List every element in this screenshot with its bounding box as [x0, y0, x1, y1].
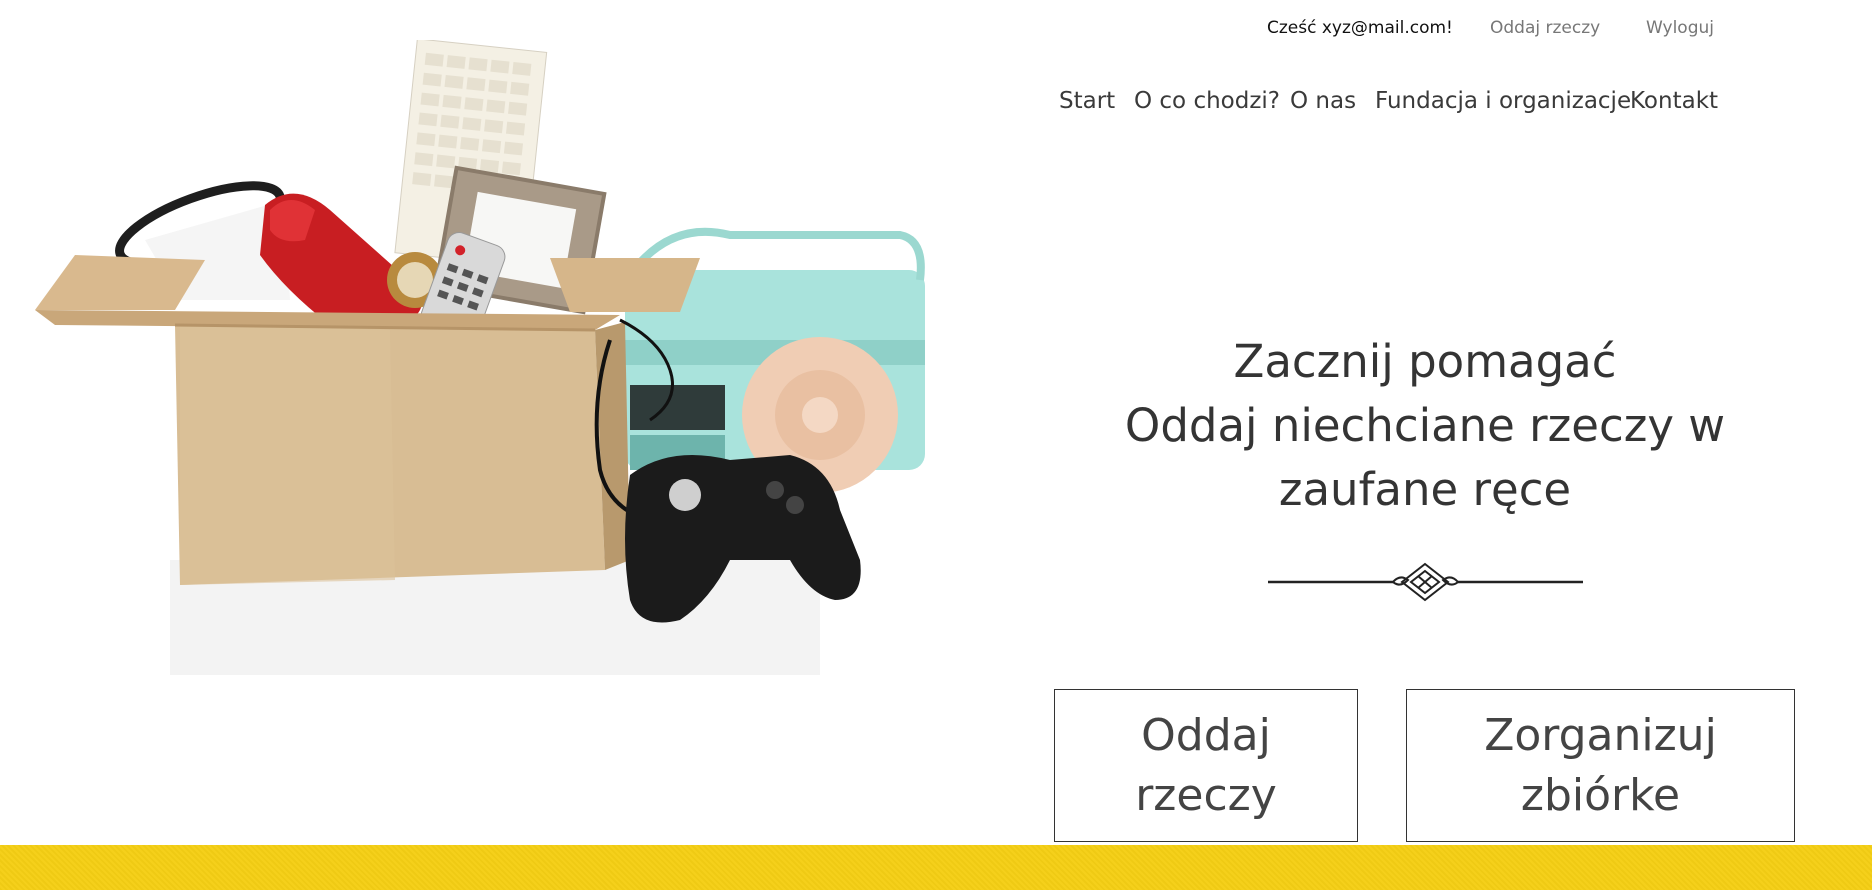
box-of-items-illustration [35, 40, 925, 675]
headline-line-2: Oddaj niechciane rzeczy w [1124, 399, 1726, 452]
yellow-footer-band [0, 845, 1872, 890]
main-nav: Start O co chodzi? O nas Fundacja i orga… [0, 88, 1872, 122]
hero-headline: Zacznij pomagać Oddaj niechciane rzeczy … [1110, 330, 1740, 522]
nav-item-about-us[interactable]: O nas [1290, 88, 1356, 114]
user-bar: Cześć xyz@mail.com! Oddaj rzeczy Wyloguj [0, 18, 1872, 46]
logout-link[interactable]: Wyloguj [1646, 18, 1714, 38]
hero-image [30, 40, 960, 680]
user-greeting: Cześć xyz@mail.com! [1267, 18, 1453, 38]
give-items-button-line-1: Oddaj [1141, 709, 1271, 761]
headline-line-3: zaufane ręce [1278, 463, 1572, 516]
give-items-button-line-2: rzeczy [1135, 769, 1277, 821]
nav-item-about-what[interactable]: O co chodzi? [1134, 88, 1280, 114]
nav-item-foundations[interactable]: Fundacja i organizacje [1375, 88, 1631, 114]
organize-button-line-2: zbiórke [1520, 769, 1681, 821]
nav-item-contact[interactable]: Kontakt [1630, 88, 1718, 114]
organize-button-line-1: Zorganizuj [1484, 709, 1717, 761]
organize-collection-button[interactable]: Zorganizuj zbiórke [1406, 689, 1795, 842]
nav-item-start[interactable]: Start [1059, 88, 1115, 114]
give-items-link[interactable]: Oddaj rzeczy [1490, 18, 1600, 38]
headline-line-1: Zacznij pomagać [1233, 335, 1617, 388]
ornament-icon [1268, 562, 1583, 602]
give-items-button[interactable]: Oddaj rzeczy [1054, 689, 1358, 842]
ornament-divider [1268, 560, 1583, 604]
